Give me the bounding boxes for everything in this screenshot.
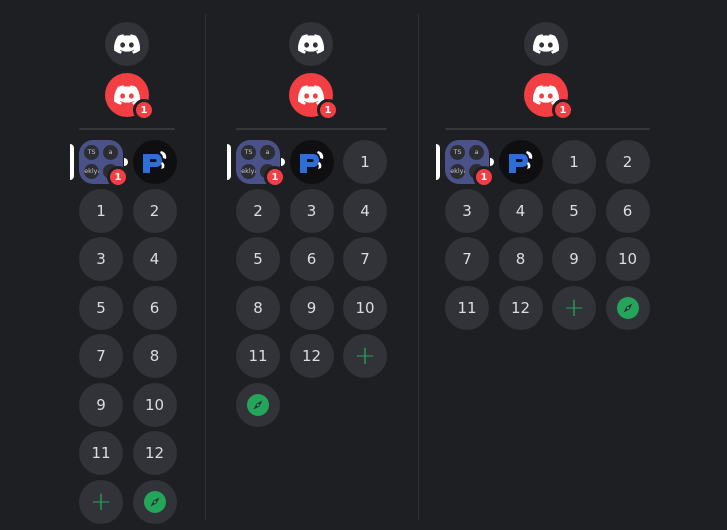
notification-badge: 1	[317, 99, 339, 121]
folder-server-avatar: Steklyan	[450, 164, 465, 179]
compass-icon	[245, 392, 271, 418]
explore-servers-button[interactable]	[236, 382, 280, 427]
folder-server-avatar: Steklyan	[84, 164, 99, 179]
server-button[interactable]: 4	[132, 237, 177, 281]
server-button[interactable]: 8	[498, 237, 543, 281]
server-button[interactable]: 2	[605, 140, 650, 184]
server-logo-icon	[297, 148, 327, 176]
unread-indicator	[123, 158, 128, 166]
discord-logo-icon	[533, 34, 559, 54]
home-button[interactable]	[524, 22, 568, 66]
server-button[interactable]: 6	[132, 285, 177, 330]
server-button[interactable]: 9	[289, 285, 334, 330]
server-button[interactable]: 5	[552, 188, 596, 233]
server-icon-button[interactable]	[132, 140, 177, 184]
server-icon-button[interactable]	[498, 140, 543, 184]
server-button[interactable]: 3	[445, 188, 489, 233]
server-button[interactable]: 11	[236, 334, 280, 378]
explore-servers-button[interactable]	[132, 479, 177, 524]
separator	[236, 128, 387, 130]
server-logo-icon	[140, 148, 170, 176]
direct-messages-button[interactable]: 1	[289, 73, 339, 121]
home-button[interactable]	[105, 22, 149, 66]
server-button[interactable]: 12	[132, 431, 177, 475]
compass-icon	[615, 295, 641, 321]
panel-divider	[418, 14, 419, 520]
server-button[interactable]: 11	[445, 285, 489, 330]
add-server-button[interactable]: +	[343, 334, 387, 378]
separator	[445, 128, 650, 130]
server-button[interactable]: 9	[552, 237, 596, 281]
server-button[interactable]: 1	[79, 188, 123, 233]
notification-badge: 1	[107, 166, 129, 188]
server-button[interactable]: 5	[79, 285, 123, 330]
discord-logo-icon	[298, 34, 324, 54]
add-server-button[interactable]: +	[79, 479, 123, 524]
folder-server-avatar: TS	[450, 145, 465, 160]
server-button[interactable]: 3	[79, 237, 123, 281]
server-button[interactable]: 6	[289, 237, 334, 281]
discord-logo-icon	[114, 34, 140, 54]
panel-divider	[205, 14, 206, 520]
server-button[interactable]: 12	[498, 285, 543, 330]
server-button[interactable]: 10	[605, 237, 650, 281]
server-button[interactable]: 1	[552, 140, 596, 184]
server-button[interactable]: 2	[236, 188, 280, 233]
folder-server-avatar: TS	[241, 145, 256, 160]
selected-indicator	[70, 144, 74, 180]
server-button[interactable]: 9	[79, 382, 123, 427]
server-button[interactable]: 10	[132, 382, 177, 427]
server-folder[interactable]: TS a Steklyan 1	[79, 140, 129, 188]
server-button[interactable]: 12	[289, 334, 334, 378]
server-icon-button[interactable]	[289, 140, 334, 184]
server-button[interactable]: 4	[498, 188, 543, 233]
notification-badge: 1	[133, 99, 155, 121]
separator	[79, 128, 175, 130]
server-button[interactable]: 6	[605, 188, 650, 233]
server-folder[interactable]: TS a Steklyan 1	[236, 140, 286, 188]
folder-server-avatar: a	[469, 145, 484, 160]
unread-indicator	[280, 158, 285, 166]
server-button[interactable]: 7	[343, 237, 387, 281]
unread-indicator	[489, 158, 494, 166]
folder-server-avatar: a	[103, 145, 118, 160]
server-button[interactable]: 7	[445, 237, 489, 281]
folder-server-avatar: Steklyan	[241, 164, 256, 179]
home-button[interactable]	[289, 22, 333, 66]
selected-indicator	[436, 144, 440, 180]
notification-badge: 1	[552, 99, 574, 121]
folder-server-avatar: a	[260, 145, 275, 160]
server-button[interactable]: 7	[79, 334, 123, 378]
server-button[interactable]: 1	[343, 140, 387, 184]
notification-badge: 1	[473, 166, 495, 188]
server-button[interactable]: 4	[343, 188, 387, 233]
server-button[interactable]: 2	[132, 188, 177, 233]
folder-server-avatar: TS	[84, 145, 99, 160]
compass-icon	[142, 489, 168, 515]
notification-badge: 1	[264, 166, 286, 188]
server-button[interactable]: 10	[343, 285, 387, 330]
server-logo-icon	[506, 148, 536, 176]
server-button[interactable]: 11	[79, 431, 123, 475]
selected-indicator	[227, 144, 231, 180]
server-button[interactable]: 8	[236, 285, 280, 330]
direct-messages-button[interactable]: 1	[524, 73, 574, 121]
add-server-button[interactable]: +	[552, 285, 596, 330]
server-button[interactable]: 3	[289, 188, 334, 233]
explore-servers-button[interactable]	[605, 285, 650, 330]
direct-messages-button[interactable]: 1	[105, 73, 155, 121]
server-button[interactable]: 8	[132, 334, 177, 378]
server-button[interactable]: 5	[236, 237, 280, 281]
server-folder[interactable]: TS a Steklyan 1	[445, 140, 495, 188]
